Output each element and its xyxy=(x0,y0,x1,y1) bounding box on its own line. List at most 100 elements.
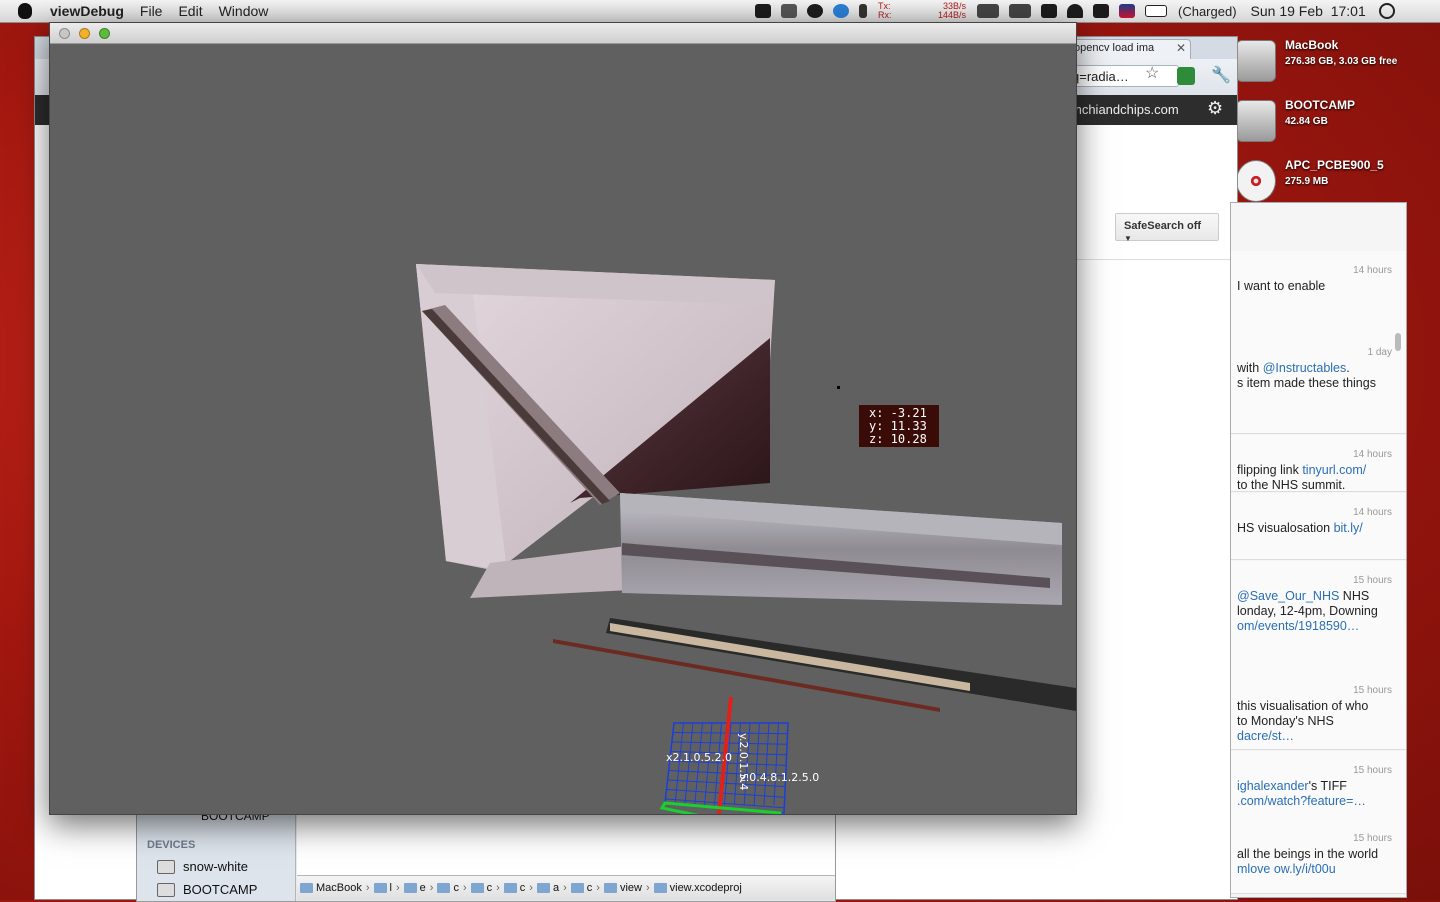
tweet-text: to Monday's NHS xyxy=(1237,714,1334,728)
folder-icon xyxy=(403,883,417,893)
sidebar-item-snow-white[interactable]: snow-white xyxy=(157,859,248,874)
tweet-link[interactable]: @Instructables xyxy=(1263,361,1347,375)
bookmark-star-icon[interactable]: ☆ xyxy=(1145,63,1159,83)
menu-file[interactable]: File xyxy=(132,3,171,19)
path-crumb-label: MacBook xyxy=(316,882,362,894)
folder-icon xyxy=(536,883,550,893)
path-crumb[interactable]: view xyxy=(603,882,642,894)
tweet-time: 14 hours xyxy=(1353,507,1392,518)
close-button[interactable] xyxy=(59,28,70,39)
gizmo-grid-line xyxy=(763,722,770,806)
menu-window[interactable]: Window xyxy=(211,3,277,19)
translate-extension-icon[interactable] xyxy=(1177,67,1195,85)
path-crumb[interactable]: c xyxy=(470,882,493,894)
path-crumb-label: e xyxy=(419,882,426,894)
path-separator-icon: › xyxy=(462,882,467,894)
path-crumb-label: c xyxy=(486,882,493,894)
path-crumb-label: view xyxy=(619,882,642,894)
tweet-text: to the NHS summit. xyxy=(1237,478,1346,492)
tweet-link[interactable]: bit.ly/ xyxy=(1334,521,1363,535)
scrollbar[interactable] xyxy=(1395,333,1401,351)
menubar-clock[interactable]: Sun 19 Feb 17:01 xyxy=(1251,3,1366,19)
tweet-link[interactable]: ow.ly/i/t00u xyxy=(1274,862,1336,876)
minimize-button[interactable] xyxy=(79,28,90,39)
path-crumb[interactable]: c xyxy=(437,882,459,894)
devices-header: DEVICES xyxy=(147,839,196,851)
window-titlebar[interactable] xyxy=(50,23,1076,44)
gear-icon[interactable]: ⚙ xyxy=(1207,98,1223,119)
wrench-icon[interactable]: 🔧 xyxy=(1211,65,1231,85)
path-separator-icon: › xyxy=(496,882,500,894)
volume-icon[interactable] xyxy=(1093,4,1109,18)
tweet-text: 's TIFF xyxy=(1308,779,1347,793)
divider xyxy=(1075,259,1237,260)
desktop-disk-cd[interactable]: APC_PCBE900_5 275.9 MB xyxy=(1234,156,1434,206)
tweet-line: ighalexander's TIFF xyxy=(1237,779,1402,794)
tweet-item[interactable]: 14 hours I want to enable xyxy=(1231,251,1406,334)
account-name[interactable]: mchiandchips.com xyxy=(1071,102,1179,117)
browser-tab[interactable]: opencv load ima ✕ xyxy=(1067,39,1191,59)
tweet-link[interactable]: ighalexander xyxy=(1237,779,1309,793)
path-crumb[interactable]: c xyxy=(570,882,592,894)
activity-graph-icon[interactable] xyxy=(1009,4,1031,18)
zoom-button[interactable] xyxy=(99,28,110,39)
spotlight-search-icon[interactable] xyxy=(1378,3,1395,19)
tweet-link[interactable]: om/events/1918590… xyxy=(1237,619,1359,633)
display-icon[interactable] xyxy=(1041,4,1057,18)
tweet-item[interactable]: 15 hours all the beings in the world mlove… xyxy=(1231,819,1406,894)
battery-icon[interactable] xyxy=(1145,5,1167,17)
tweet-link[interactable]: tinyurl.com/ xyxy=(1302,463,1366,477)
path-crumb-label: c xyxy=(453,882,459,894)
tweet-item[interactable]: 15 hours ighalexander's TIFF .com/watch?fe… xyxy=(1231,751,1406,820)
path-crumb[interactable]: a xyxy=(536,882,559,894)
close-tab-icon[interactable]: ✕ xyxy=(1176,41,1186,55)
tweet-line: flipping link tinyurl.com/ xyxy=(1237,463,1402,478)
twitter-bird-icon[interactable] xyxy=(833,4,849,18)
dropbox-icon[interactable] xyxy=(755,4,771,18)
tweet-link[interactable]: @Save_Our_NHS xyxy=(1237,589,1339,603)
apple-menu-icon[interactable] xyxy=(18,3,32,19)
keyboard-icon[interactable] xyxy=(781,4,797,18)
lifesaver-icon[interactable] xyxy=(807,4,823,18)
desktop-disk-bootcamp[interactable]: BOOTCAMP 42.84 GB xyxy=(1234,96,1434,146)
address-bar[interactable]: q=radia… xyxy=(1067,65,1179,87)
tweet-text: HS visualosation xyxy=(1237,521,1334,535)
tweet-item[interactable]: 1 day with @Instructables. s item made the… xyxy=(1231,333,1406,434)
sidebar-item-bootcamp-device[interactable]: BOOTCAMP xyxy=(157,882,257,897)
path-crumb[interactable]: view.xcodeproj xyxy=(653,882,742,894)
tweet-text: . xyxy=(1346,361,1350,375)
tweet-link[interactable]: dacre/st… xyxy=(1237,729,1294,743)
safesearch-button[interactable]: SafeSearch off ▼ xyxy=(1115,213,1219,243)
network-monitor[interactable]: Tx: 33B/s Rx: 144B/s xyxy=(878,2,966,20)
path-crumb[interactable]: MacBook xyxy=(300,882,362,894)
tweet-item[interactable]: 14 hours flipping link tinyurl.com/to the… xyxy=(1231,435,1406,492)
tweet-line: to Monday's NHS xyxy=(1237,714,1402,729)
menubar-tray: Tx: 33B/s Rx: 144B/s (Charged) Sun 19 Feb … xyxy=(750,0,1400,22)
bluetooth-icon[interactable] xyxy=(859,4,867,18)
tweet-link[interactable]: mlove xyxy=(1237,862,1274,876)
hard-drive-icon xyxy=(1236,40,1276,82)
finder-sidebar: BOOTCAMP DEVICES snow-white BOOTCAMP xyxy=(137,801,296,901)
menu-edit[interactable]: Edit xyxy=(170,3,210,19)
folder-icon xyxy=(653,883,667,893)
path-crumb[interactable]: c xyxy=(503,882,525,894)
tweet-link[interactable]: .com/watch?feature=… xyxy=(1237,794,1366,808)
desktop-disk-macbook[interactable]: MacBook 276.38 GB, 3.03 GB free xyxy=(1234,36,1434,86)
uk-flag-icon[interactable] xyxy=(1119,4,1135,18)
wifi-icon[interactable] xyxy=(1067,4,1083,18)
path-crumb[interactable]: e xyxy=(403,882,426,894)
tweet-time: 15 hours xyxy=(1353,575,1392,586)
tweet-item[interactable]: 14 hours HS visualosation bit.ly/ xyxy=(1231,493,1406,560)
app-menu[interactable]: viewDebug xyxy=(42,3,132,19)
path-separator-icon: › xyxy=(596,882,600,894)
axis-gizmo: x2.1.0.5.2.0 y.2.0.1.5.4 z.0.4.8.1.2.5.0 xyxy=(659,696,819,814)
tweet-text: with xyxy=(1237,361,1263,375)
tweet-item[interactable]: 15 hours @Save_Our_NHS NHS londay, 12-4pm,… xyxy=(1231,561,1406,672)
path-bar: MacBook › l › e › c › c › c › a › c › view › view.xcodepro… xyxy=(297,875,835,900)
path-crumb[interactable]: l xyxy=(373,882,392,894)
activity-graph-icon[interactable] xyxy=(977,4,999,18)
rx-value: 144B/s xyxy=(937,10,966,20)
tweet-line: om/events/1918590… xyxy=(1237,619,1402,634)
safesearch-label: SafeSearch off xyxy=(1124,220,1202,232)
tweet-item[interactable]: 15 hours this visualisation of who to Mond… xyxy=(1231,671,1406,750)
